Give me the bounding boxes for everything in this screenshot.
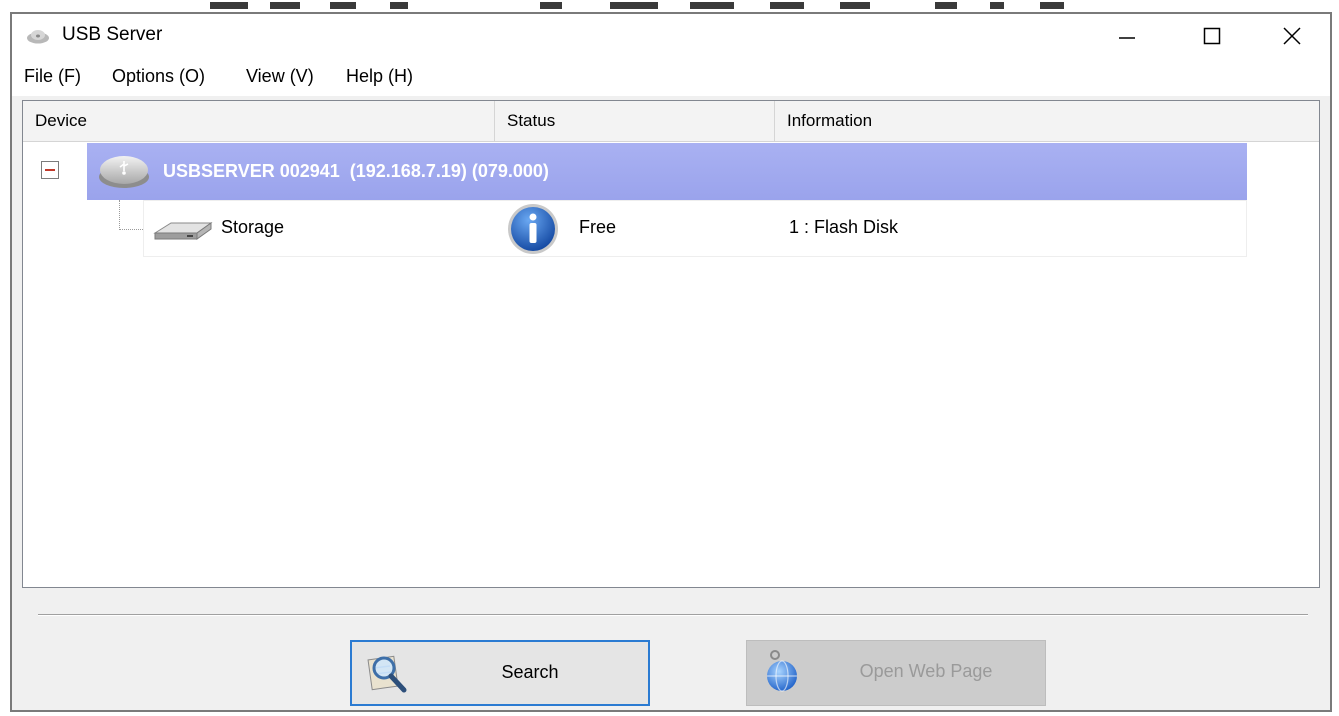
column-device[interactable]: Device: [23, 101, 495, 141]
maximize-button[interactable]: [1172, 14, 1252, 58]
menu-view[interactable]: View (V): [246, 66, 314, 87]
device-row[interactable]: [143, 200, 1247, 257]
menu-options[interactable]: Options (O): [112, 66, 205, 87]
collapse-toggle[interactable]: [41, 161, 59, 179]
device-status: Free: [579, 217, 617, 237]
open-web-page-button: Open Web Page: [746, 640, 1046, 706]
separator: [38, 614, 1308, 616]
menu-file[interactable]: File (F): [24, 66, 81, 87]
minimize-button[interactable]: [1087, 14, 1167, 58]
background-strip: [0, 0, 1339, 12]
minimize-icon: [1119, 37, 1135, 39]
column-status[interactable]: Status: [495, 101, 775, 141]
hard-disk-icon: [153, 222, 213, 240]
close-button[interactable]: [1252, 14, 1332, 58]
tree-connector: [119, 200, 121, 230]
device-name: Storage: [221, 217, 285, 237]
info-icon: [508, 204, 558, 254]
maximize-icon: [1203, 27, 1221, 45]
window-title: USB Server: [62, 24, 163, 45]
search-button-label: Search: [501, 662, 559, 682]
device-list[interactable]: Device Status Information USBSERVER 0029…: [22, 100, 1320, 588]
close-icon: [1283, 27, 1301, 45]
menu-help[interactable]: Help (H): [346, 66, 413, 87]
menu-bar: File (F) Options (O) View (V) Help (H): [12, 58, 1330, 96]
usb-server-icon: [99, 156, 149, 188]
device-information: 1 : Flash Disk: [789, 217, 899, 237]
usb-cloud-icon: [27, 30, 49, 44]
usb-server-window: USB Server File (F) Options (O) View (V)…: [10, 12, 1332, 712]
list-header: Device Status Information: [23, 101, 1319, 142]
open-web-page-label: Open Web Page: [859, 661, 993, 681]
title-bar[interactable]: USB Server: [12, 14, 1330, 58]
server-label: USBSERVER 002941 (192.168.7.19) (079.000…: [163, 161, 549, 181]
search-button[interactable]: Search: [350, 640, 650, 706]
column-information[interactable]: Information: [775, 101, 1321, 141]
